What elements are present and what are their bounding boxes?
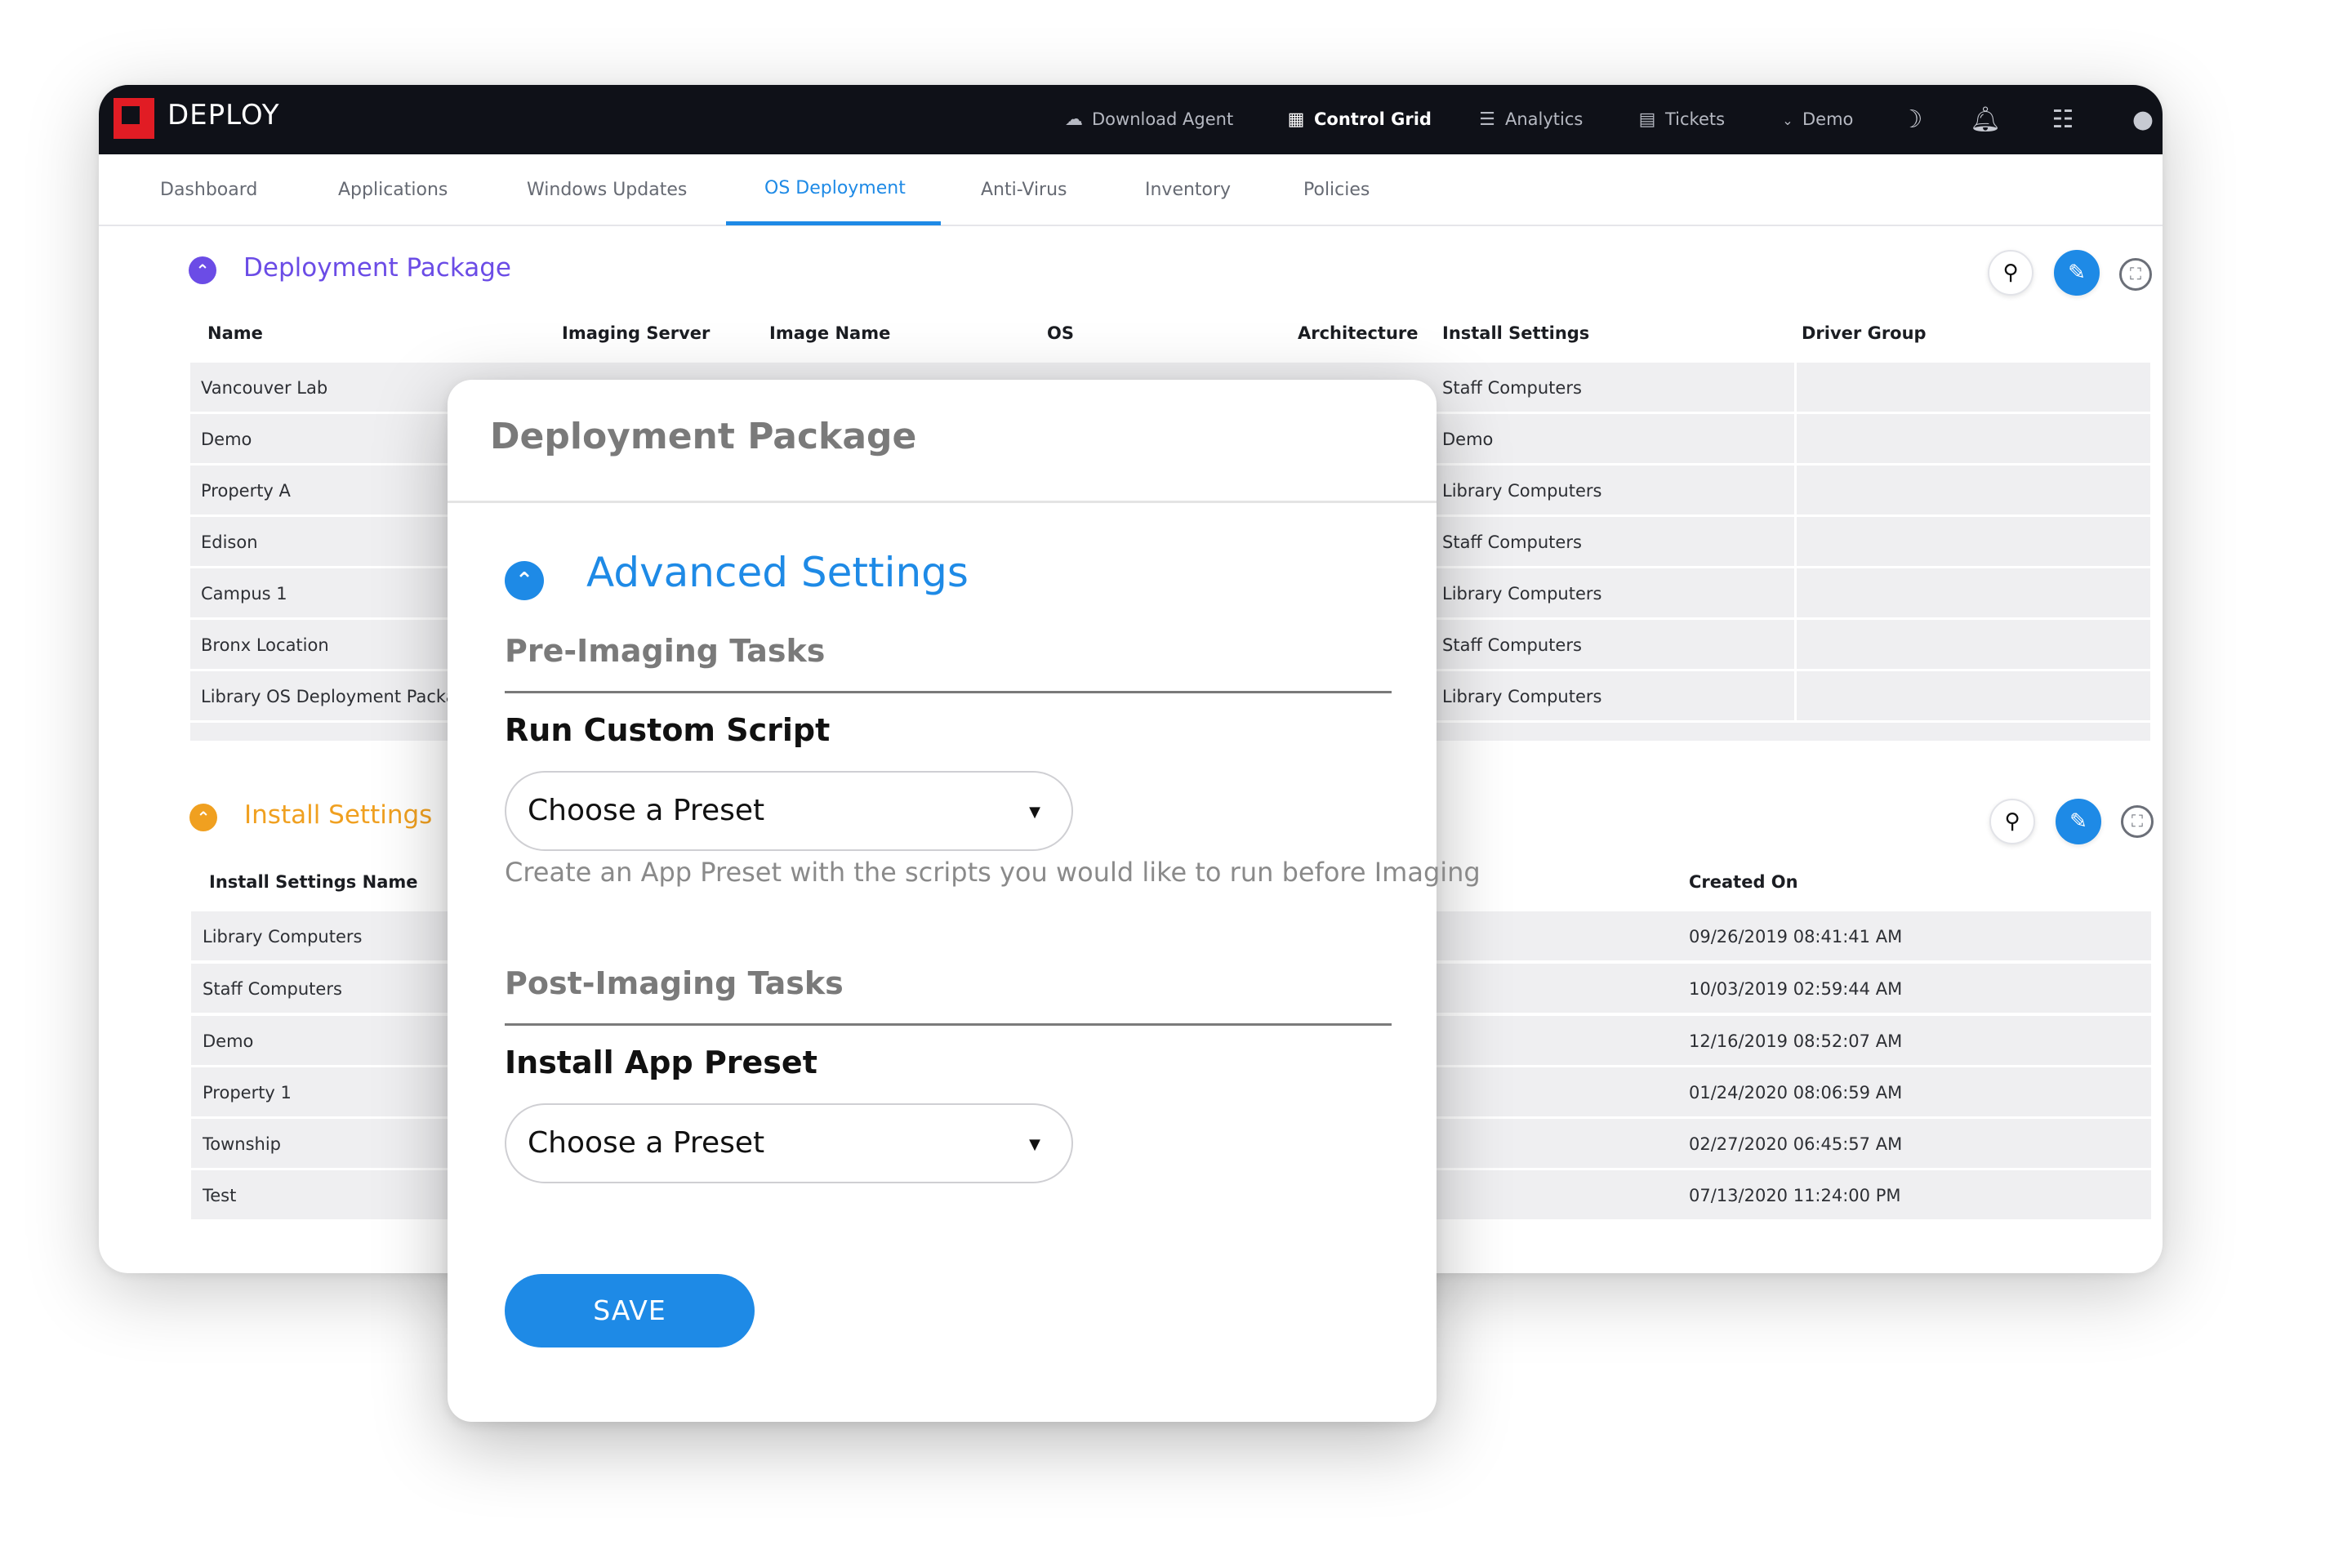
modal-title: Deployment Package — [490, 416, 917, 457]
deployment-package-collapse-toggle[interactable]: ⌃ — [189, 256, 216, 284]
chevron-up-icon: ⌃ — [515, 568, 533, 593]
download-agent-link[interactable]: ☁ Download Agent — [1062, 85, 1233, 154]
row-name: Test — [203, 1186, 237, 1205]
row-install-settings: Staff Computers — [1442, 532, 1582, 552]
row-install-settings: Library Computers — [1442, 481, 1602, 501]
install-settings-collapse-toggle[interactable]: ⌃ — [189, 804, 217, 831]
caret-down-icon: ▼ — [1029, 804, 1040, 821]
caret-down-icon: ▼ — [1029, 1136, 1040, 1153]
deployment-package-modal: Deployment Package ⌃ Advanced Settings P… — [448, 380, 1481, 1422]
demo-account-dropdown[interactable]: ⌄ Demo — [1780, 85, 1853, 154]
run-custom-script-select[interactable]: Choose a Preset ▼ — [505, 771, 1073, 851]
col-driver-group[interactable]: Driver Group — [1802, 323, 1927, 343]
tab-windows-updates[interactable]: Windows Updates — [527, 154, 687, 226]
advanced-settings-collapse-toggle[interactable]: ⌃ — [505, 561, 544, 600]
top-bar: DEPLOY ☁ Download Agent ▦ Control Grid ☰ An… — [99, 85, 2163, 154]
post-imaging-heading: Post-Imaging Tasks — [505, 965, 844, 1001]
row-install-settings: Library Computers — [1442, 687, 1602, 706]
column-separator — [1794, 414, 1797, 465]
row-name: Property 1 — [203, 1083, 292, 1102]
column-separator — [1794, 517, 1797, 568]
cloud-download-icon: ☁ — [1065, 109, 1083, 130]
pre-imaging-heading: Pre-Imaging Tasks — [505, 633, 826, 669]
install-app-preset-label: Install App Preset — [505, 1045, 817, 1080]
analytics-link[interactable]: ☰ Analytics — [1476, 85, 1583, 154]
tab-dashboard[interactable]: Dashboard — [160, 154, 257, 226]
column-separator — [1794, 620, 1797, 670]
row-name: Library Computers — [203, 927, 363, 947]
tab-os-deployment[interactable]: OS Deployment — [764, 153, 906, 225]
user-icon[interactable]: ● — [2127, 85, 2159, 154]
install-settings-title: Install Settings — [244, 800, 433, 830]
deployment-search-button[interactable]: ⚲ — [1988, 250, 2034, 296]
install-settings-edit-button[interactable]: ✎ — [2056, 799, 2101, 844]
run-custom-script-label: Run Custom Script — [505, 712, 831, 748]
expand-icon[interactable]: ⛶ — [2119, 258, 2152, 291]
row-created-on: 12/16/2019 08:52:07 AM — [1689, 1031, 1903, 1051]
row-install-settings: Staff Computers — [1442, 378, 1582, 398]
pencil-icon: ✎ — [2069, 809, 2087, 834]
col-image-name[interactable]: Image Name — [769, 323, 890, 343]
row-name: Demo — [203, 1031, 254, 1051]
post-imaging-divider — [505, 1023, 1392, 1026]
moon-icon[interactable]: ☽ — [1895, 85, 1928, 154]
install-settings-search-button[interactable]: ⚲ — [1989, 799, 2035, 844]
save-button[interactable]: SAVE — [505, 1274, 755, 1348]
row-name: Township — [203, 1134, 282, 1154]
row-created-on: 01/24/2020 08:06:59 AM — [1689, 1083, 1903, 1102]
ticket-icon: ▤ — [1638, 109, 1656, 130]
col-architecture[interactable]: Architecture — [1298, 323, 1419, 343]
row-install-settings: Staff Computers — [1442, 635, 1582, 655]
pencil-icon: ✎ — [2068, 261, 2086, 285]
list-icon: ☰ — [1479, 109, 1495, 130]
col-imaging-server[interactable]: Imaging Server — [562, 323, 710, 343]
column-separator — [1794, 568, 1797, 619]
row-created-on: 02/27/2020 06:45:57 AM — [1689, 1134, 1903, 1154]
active-tab-indicator — [726, 221, 941, 225]
deployment-package-title: Deployment Package — [243, 253, 511, 283]
row-created-on: 09/26/2019 08:41:41 AM — [1689, 927, 1903, 947]
chevron-down-icon: ⌄ — [1782, 113, 1793, 128]
row-install-settings: Demo — [1442, 430, 1494, 449]
tab-applications[interactable]: Applications — [338, 154, 448, 226]
tab-anti-virus[interactable]: Anti-Virus — [981, 154, 1067, 226]
search-icon: ⚲ — [2004, 809, 2020, 834]
modal-divider — [448, 501, 1437, 503]
col-created-on[interactable]: Created On — [1689, 872, 1798, 892]
tab-inventory[interactable]: Inventory — [1145, 154, 1231, 226]
row-created-on: 07/13/2020 11:24:00 PM — [1689, 1186, 1901, 1205]
bell-icon[interactable]: 🔔︎ — [1969, 85, 2002, 154]
col-install-settings-name[interactable]: Install Settings Name — [209, 872, 418, 892]
row-created-on: 10/03/2019 02:59:44 AM — [1689, 979, 1903, 999]
row-name: Library OS Deployment Packag — [201, 687, 454, 706]
pre-imaging-helper-text: Create an App Preset with the scripts yo… — [505, 857, 1481, 888]
search-icon: ⚲ — [2002, 261, 2019, 285]
brand-name: DEPLOY — [167, 99, 280, 131]
row-name: Staff Computers — [203, 979, 342, 999]
col-install-settings[interactable]: Install Settings — [1442, 323, 1589, 343]
expand-icon[interactable]: ⛶ — [2121, 805, 2154, 838]
deployment-edit-button[interactable]: ✎ — [2054, 250, 2100, 296]
row-install-settings: Library Computers — [1442, 584, 1602, 604]
column-separator — [1794, 671, 1797, 722]
column-separator — [1794, 363, 1797, 413]
tab-bar: Dashboard Applications Windows Updates O… — [99, 154, 2163, 226]
checklist-icon[interactable]: ☷ — [2047, 85, 2079, 154]
grid-icon: ▦ — [1287, 109, 1305, 130]
control-grid-link[interactable]: ▦ Control Grid — [1285, 85, 1432, 154]
install-app-preset-select[interactable]: Choose a Preset ▼ — [505, 1103, 1073, 1183]
tickets-link[interactable]: ▤ Tickets — [1636, 85, 1725, 154]
tab-policies[interactable]: Policies — [1303, 154, 1370, 226]
run-custom-script-value: Choose a Preset — [528, 794, 765, 827]
col-name[interactable]: Name — [207, 323, 263, 343]
install-app-preset-value: Choose a Preset — [528, 1126, 765, 1160]
pre-imaging-divider — [505, 691, 1392, 693]
column-separator — [1794, 466, 1797, 516]
col-os[interactable]: OS — [1047, 323, 1074, 343]
deploy-logo[interactable] — [114, 98, 154, 139]
advanced-settings-title: Advanced Settings — [586, 549, 969, 596]
